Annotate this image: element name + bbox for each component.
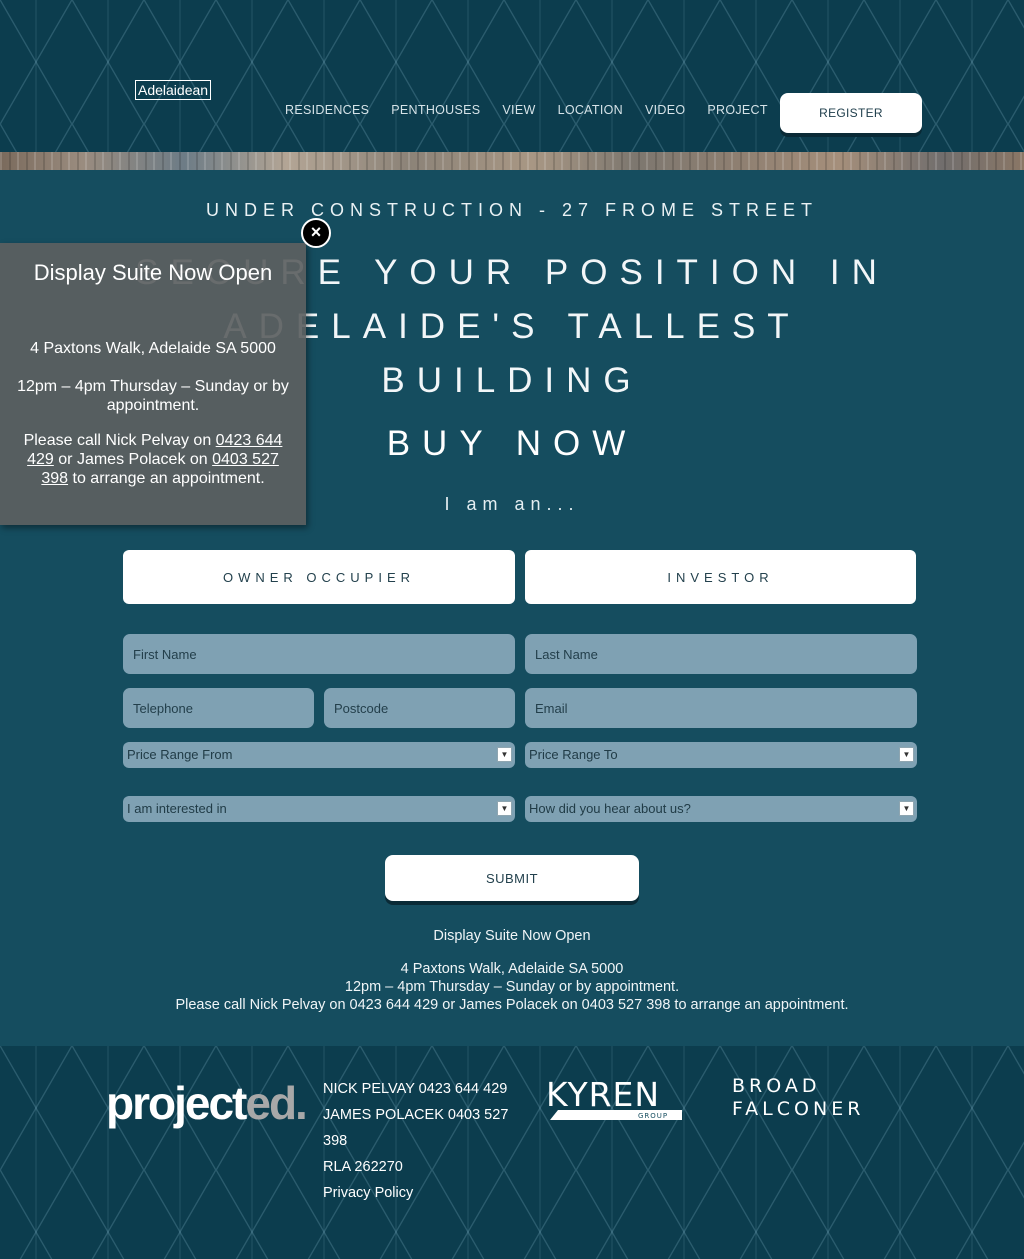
site-footer: projected. NICK PELVAY 0423 644 429 JAME… — [0, 1046, 1024, 1259]
first-name-field[interactable] — [123, 634, 515, 674]
popup-call-suffix: to arrange an appointment. — [68, 470, 265, 487]
broad-logo-line2: FALCONER — [732, 1098, 864, 1120]
kyren-logo-sub: GROUP — [638, 1112, 668, 1120]
info-hours: 12pm – 4pm Thursday – Sunday or by appoi… — [344, 979, 680, 995]
site-logo[interactable]: Adelaidean — [135, 80, 212, 100]
popup-call-prefix: Please call Nick Pelvay on — [23, 432, 216, 449]
popup-call-mid: or James Polacek on — [53, 451, 213, 468]
hear-about-label: How did you hear about us? — [529, 801, 691, 816]
rla-number: RLA 262270 — [323, 1159, 403, 1175]
investor-button[interactable]: INVESTOR — [525, 550, 916, 604]
broad-logo-line1: BROAD — [732, 1075, 821, 1097]
site-header: Adelaidean RESIDENCES PENTHOUSES VIEW LO… — [0, 0, 1024, 152]
nav-location[interactable]: LOCATION — [558, 103, 623, 117]
popup-hours: 12pm – 4pm Thursday – Sunday or by appoi… — [17, 378, 289, 414]
dropdown-arrow-icon: ▼ — [497, 801, 512, 816]
projected-logo-main: project — [106, 1077, 247, 1129]
contact-block: NICK PELVAY 0423 644 429 JAMES POLACEK 0… — [323, 1076, 513, 1206]
city-skyline-image — [0, 152, 1024, 170]
contact-james: JAMES POLACEK 0403 527 398 — [323, 1107, 509, 1149]
dropdown-arrow-icon: ▼ — [899, 747, 914, 762]
display-suite-popup: Display Suite Now Open 4 Paxtons Walk, A… — [0, 243, 306, 525]
last-name-field[interactable] — [525, 634, 917, 674]
info-address: 4 Paxtons Walk, Adelaide SA 5000 — [400, 961, 624, 977]
dropdown-arrow-icon: ▼ — [899, 801, 914, 816]
contact-nick: NICK PELVAY 0423 644 429 — [323, 1081, 508, 1097]
email-field[interactable] — [525, 688, 917, 728]
kyren-logo-text: KYREN — [546, 1075, 660, 1114]
projected-logo[interactable]: projected. — [106, 1076, 308, 1130]
main-nav: RESIDENCES PENTHOUSES VIEW LOCATION VIDE… — [285, 103, 790, 117]
projected-logo-accent: ed. — [245, 1077, 307, 1129]
postcode-field[interactable] — [324, 688, 515, 728]
submit-button[interactable]: SUBMIT — [385, 855, 639, 901]
price-to-select[interactable]: Price Range To ▼ — [525, 742, 917, 768]
nav-project[interactable]: PROJECT — [707, 103, 767, 117]
info-title: Display Suite Now Open — [433, 928, 591, 944]
nav-view[interactable]: VIEW — [502, 103, 535, 117]
kyren-logo[interactable]: KYREN GROUP — [546, 1074, 686, 1120]
popup-address: 4 Paxtons Walk, Adelaide SA 5000 — [30, 340, 276, 357]
popup-title: Display Suite Now Open — [33, 260, 273, 285]
hear-about-select[interactable]: How did you hear about us? ▼ — [525, 796, 917, 822]
price-to-label: Price Range To — [529, 747, 618, 762]
info-call: Please call Nick Pelvay on 0423 644 429 … — [175, 997, 849, 1013]
construction-kicker: UNDER CONSTRUCTION - 27 FROME STREET — [205, 200, 819, 220]
telephone-field[interactable] — [123, 688, 314, 728]
nav-penthouses[interactable]: PENTHOUSES — [391, 103, 480, 117]
nav-video[interactable]: VIDEO — [645, 103, 685, 117]
broad-falconer-logo[interactable]: BROAD FALCONER — [732, 1074, 908, 1120]
nav-residences[interactable]: RESIDENCES — [285, 103, 369, 117]
popup-call: Please call Nick Pelvay on 0423 644 429 … — [20, 431, 286, 488]
privacy-policy-link[interactable]: Privacy Policy — [323, 1185, 413, 1201]
close-icon[interactable]: × — [301, 218, 331, 248]
owner-occupier-button[interactable]: OWNER OCCUPIER — [123, 550, 515, 604]
register-button[interactable]: REGISTER — [780, 93, 922, 133]
interested-in-select[interactable]: I am interested in ▼ — [123, 796, 515, 822]
interested-in-label: I am interested in — [127, 801, 227, 816]
price-from-label: Price Range From — [127, 747, 233, 762]
price-from-select[interactable]: Price Range From ▼ — [123, 742, 515, 768]
dropdown-arrow-icon: ▼ — [497, 747, 512, 762]
